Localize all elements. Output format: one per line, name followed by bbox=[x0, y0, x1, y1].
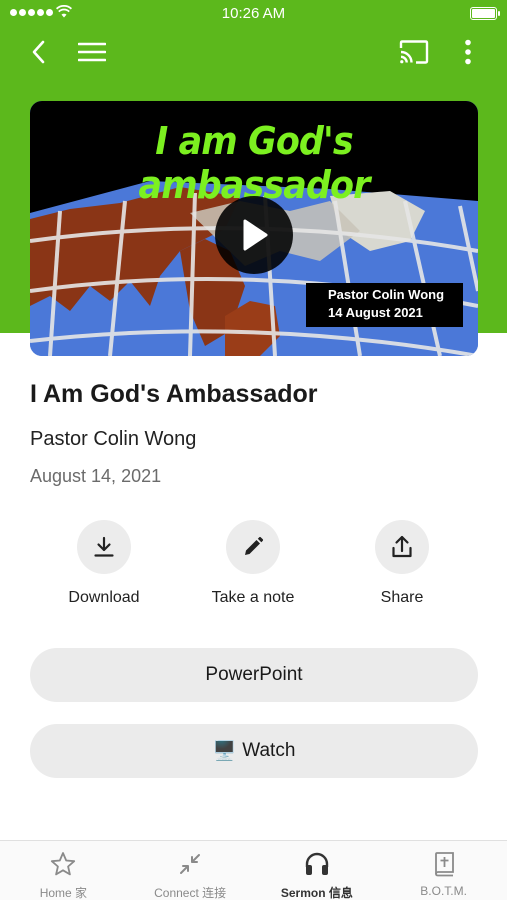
connect-icon bbox=[180, 854, 201, 874]
pencil-icon bbox=[245, 536, 264, 555]
powerpoint-label: PowerPoint bbox=[205, 664, 303, 685]
share-circle bbox=[375, 520, 429, 574]
sermon-speaker: Pastor Colin Wong bbox=[30, 428, 197, 450]
chevron-left-icon bbox=[32, 40, 45, 64]
tab-connect[interactable]: Connect 连接 bbox=[127, 841, 254, 900]
tab-connect-label: Connect 连接 bbox=[154, 886, 227, 900]
watch-button[interactable]: 🖥️ Watch bbox=[30, 724, 478, 778]
cast-icon bbox=[399, 40, 429, 64]
tab-home[interactable]: Home 家 bbox=[0, 841, 127, 900]
bottom-tab-bar: Home 家 Connect 连接 Sermon 信息 B.O.T.M. bbox=[0, 840, 507, 900]
tab-sermon[interactable]: Sermon 信息 bbox=[254, 841, 381, 900]
battery-icon bbox=[470, 7, 500, 20]
share-button[interactable]: Share bbox=[327, 520, 477, 607]
star-icon bbox=[51, 852, 76, 876]
menu-button[interactable] bbox=[76, 36, 108, 68]
tab-sermon-label: Sermon 信息 bbox=[280, 886, 353, 900]
status-bar: 10:26 AM bbox=[0, 0, 507, 28]
take-note-label: Take a note bbox=[211, 589, 295, 606]
take-note-button[interactable]: Take a note bbox=[178, 520, 328, 607]
back-button[interactable] bbox=[22, 36, 54, 68]
download-icon bbox=[94, 536, 114, 557]
share-icon bbox=[392, 535, 412, 558]
monitor-icon: 🖥️ bbox=[212, 741, 237, 762]
more-vertical-icon bbox=[465, 39, 471, 65]
tab-home-label: Home 家 bbox=[39, 886, 88, 900]
cast-button[interactable] bbox=[398, 36, 430, 68]
tab-botm[interactable]: B.O.T.M. bbox=[380, 841, 507, 900]
download-circle bbox=[77, 520, 131, 574]
tab-botm-label: B.O.T.M. bbox=[420, 884, 467, 898]
sermon-video-thumbnail[interactable]: I am God's ambassador Pastor Colin Wong … bbox=[30, 101, 478, 356]
caption-speaker: Pastor Colin Wong bbox=[328, 287, 445, 302]
top-nav-bar bbox=[0, 30, 507, 74]
sermon-title: I Am God's Ambassador bbox=[30, 380, 318, 408]
take-note-circle bbox=[226, 520, 280, 574]
thumbnail-title-text: I am God's ambassador bbox=[138, 119, 371, 207]
watch-label: Watch bbox=[242, 740, 296, 761]
powerpoint-button[interactable]: PowerPoint bbox=[30, 648, 478, 702]
sermon-date: August 14, 2021 bbox=[30, 466, 162, 486]
hamburger-icon bbox=[78, 42, 106, 62]
headphones-icon bbox=[305, 852, 329, 875]
thumbnail-caption: Pastor Colin Wong 14 August 2021 bbox=[306, 283, 463, 327]
download-button[interactable]: Download bbox=[29, 520, 179, 607]
share-label: Share bbox=[380, 589, 424, 606]
play-button[interactable] bbox=[215, 196, 293, 274]
status-time: 10:26 AM bbox=[221, 5, 286, 22]
caption-date: 14 August 2021 bbox=[328, 305, 423, 320]
download-label: Download bbox=[68, 589, 140, 606]
bible-icon bbox=[434, 852, 454, 877]
play-icon bbox=[243, 219, 268, 251]
more-options-button[interactable] bbox=[452, 36, 484, 68]
